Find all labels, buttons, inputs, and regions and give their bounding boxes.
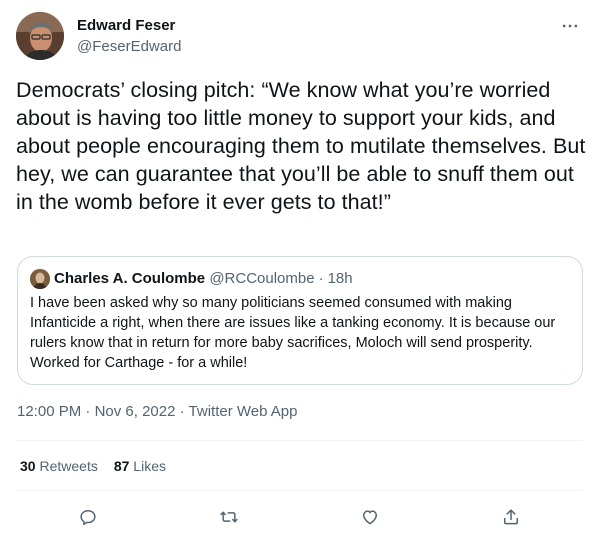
retweet-button[interactable] [212, 500, 246, 534]
like-button[interactable] [353, 500, 387, 534]
author-info: Edward Feser @FeserEdward [77, 16, 181, 57]
meta-separator: · [179, 403, 185, 420]
tweet-stats: 30 Retweets 87 Likes [20, 456, 182, 476]
tweet-time-link[interactable]: 12:00 PM · Nov 6, 2022 [17, 403, 175, 420]
quoted-tweet-text: I have been asked why so many politician… [30, 295, 556, 371]
author-avatar[interactable] [16, 12, 64, 60]
likes-label: Likes [133, 458, 166, 474]
more-icon [562, 24, 578, 28]
quoted-tweet[interactable]: Charles A. Coulombe @RCCoulombe · 18h I ha… [17, 256, 583, 385]
meta-separator: · [85, 403, 91, 420]
tweet-source-link[interactable]: Twitter Web App [189, 403, 298, 420]
like-icon [363, 510, 377, 525]
share-button[interactable] [494, 500, 528, 534]
retweet-icon [220, 511, 238, 523]
likes-stat[interactable]: 87 Likes [114, 456, 166, 476]
quoted-tweet-header: Charles A. Coulombe @RCCoulombe · 18h [30, 269, 353, 289]
tweet-time: 12:00 PM [17, 403, 82, 420]
quoted-tweet-time: 18h [327, 270, 353, 287]
author-handle[interactable]: @FeserEdward [77, 37, 181, 57]
tweet-date: Nov 6, 2022 [94, 403, 176, 420]
tweet-actions [0, 500, 598, 532]
share-icon [504, 509, 518, 525]
tweet-text: Democrats’ closing pitch: “We know what … [16, 78, 586, 214]
author-display-name[interactable]: Edward Feser [77, 16, 181, 36]
tweet: Edward Feser @FeserEdward Democrats’ clo… [0, 0, 598, 539]
quoted-author-handle: @RCCoulombe [209, 270, 315, 287]
reply-icon [80, 510, 96, 526]
likes-count: 87 [113, 458, 130, 474]
retweets-label: Retweets [39, 458, 98, 474]
divider [16, 490, 582, 491]
retweets-count: 30 [20, 458, 36, 474]
tweet-meta: 12:00 PM · Nov 6, 2022 · Twitter Web App [17, 402, 297, 422]
avatar-photo-icon [30, 269, 50, 289]
quoted-author-avatar [30, 269, 50, 289]
quoted-separator: · [318, 270, 324, 287]
quoted-author-name: Charles A. Coulombe [54, 270, 206, 287]
reply-button[interactable] [71, 500, 105, 534]
more-options-button[interactable] [558, 14, 582, 38]
avatar-photo-icon [16, 12, 64, 60]
tweet-header: Edward Feser @FeserEdward [16, 12, 582, 62]
retweets-stat[interactable]: 30 Retweets [20, 456, 98, 476]
divider [16, 440, 582, 441]
